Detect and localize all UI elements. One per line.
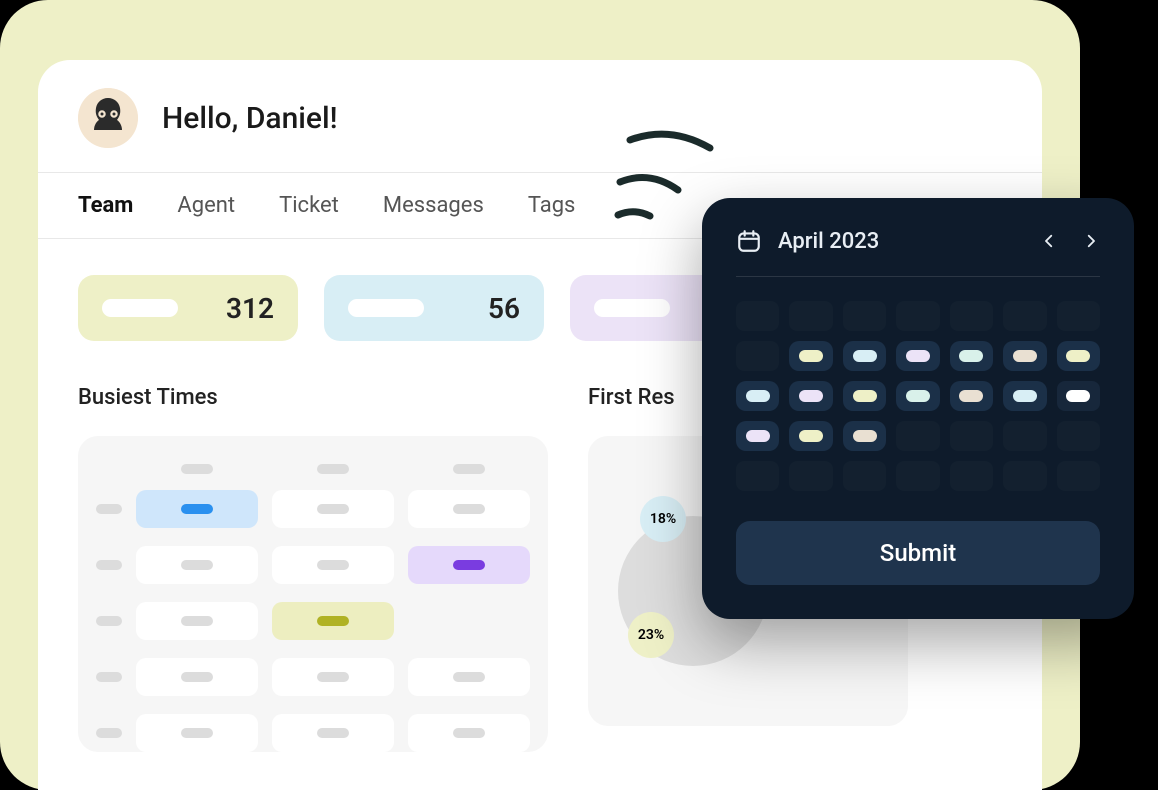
calendar-day-selected[interactable] (1057, 341, 1100, 371)
header: Hello, Daniel! (38, 60, 1042, 173)
tab-messages[interactable]: Messages (383, 193, 484, 218)
calendar-day-selected[interactable] (789, 381, 832, 411)
calendar-day[interactable] (1057, 461, 1100, 491)
calendar-title: April 2023 (778, 229, 879, 254)
calendar-day-selected[interactable] (1003, 381, 1046, 411)
bt-cell[interactable] (136, 658, 258, 696)
calendar-day-selected[interactable] (843, 341, 886, 371)
calendar-day[interactable] (843, 301, 886, 331)
calendar-day-selected[interactable] (843, 381, 886, 411)
stat-value-0: 312 (226, 292, 274, 325)
stat-card-1[interactable]: 56 (324, 275, 544, 341)
tab-ticket[interactable]: Ticket (279, 193, 339, 218)
calendar-day-selected[interactable] (789, 341, 832, 371)
bt-cell-highlight-blue[interactable] (136, 490, 258, 528)
bt-cell[interactable] (408, 658, 530, 696)
calendar-day[interactable] (896, 421, 939, 451)
calendar-day[interactable] (843, 461, 886, 491)
greeting-text: Hello, Daniel! (162, 101, 338, 136)
bt-cell[interactable] (272, 546, 394, 584)
calendar-day[interactable] (789, 301, 832, 331)
bt-cell[interactable] (272, 658, 394, 696)
calendar-day[interactable] (736, 461, 779, 491)
bt-cell[interactable] (408, 714, 530, 752)
chevron-left-icon[interactable] (1040, 232, 1058, 250)
busiest-times-grid (78, 436, 548, 752)
bt-cell[interactable] (272, 714, 394, 752)
bt-cell[interactable] (136, 714, 258, 752)
bt-cell[interactable] (408, 490, 530, 528)
busiest-times-label: Busiest Times (78, 385, 548, 410)
avatar (78, 88, 138, 148)
calendar-day-selected[interactable] (896, 381, 939, 411)
calendar-day[interactable] (896, 301, 939, 331)
submit-button[interactable]: Submit (736, 521, 1100, 585)
bt-cell-highlight-purple[interactable] (408, 546, 530, 584)
chevron-right-icon[interactable] (1082, 232, 1100, 250)
busiest-times-panel: Busiest Times (78, 385, 548, 770)
tab-tags[interactable]: Tags (528, 193, 576, 218)
calendar-popover: April 2023 Submit (702, 198, 1134, 619)
bt-cell[interactable] (272, 490, 394, 528)
calendar-day-selected[interactable] (950, 341, 993, 371)
calendar-day[interactable] (1057, 381, 1100, 411)
stat-card-0[interactable]: 312 (78, 275, 298, 341)
calendar-day[interactable] (736, 341, 779, 371)
calendar-grid (736, 301, 1100, 491)
calendar-day-selected[interactable] (843, 421, 886, 451)
calendar-day-selected[interactable] (1003, 341, 1046, 371)
calendar-day[interactable] (1057, 421, 1100, 451)
calendar-day[interactable] (950, 301, 993, 331)
calendar-day-selected[interactable] (789, 421, 832, 451)
bt-cell-highlight-olive[interactable] (272, 602, 394, 640)
calendar-day[interactable] (1003, 461, 1046, 491)
calendar-day-selected[interactable] (896, 341, 939, 371)
stat-value-1: 56 (488, 292, 520, 325)
donut-badge-23: 23% (628, 612, 674, 658)
calendar-icon (736, 228, 762, 254)
tab-agent[interactable]: Agent (177, 193, 235, 218)
calendar-day[interactable] (1003, 301, 1046, 331)
bt-cell[interactable] (136, 602, 258, 640)
calendar-day[interactable] (896, 461, 939, 491)
tab-team[interactable]: Team (78, 193, 133, 218)
calendar-day[interactable] (736, 301, 779, 331)
calendar-day[interactable] (1003, 421, 1046, 451)
bt-cell[interactable] (136, 546, 258, 584)
calendar-day-selected[interactable] (736, 381, 779, 411)
calendar-day-selected[interactable] (736, 421, 779, 451)
calendar-day[interactable] (789, 461, 832, 491)
calendar-day-selected[interactable] (950, 381, 993, 411)
calendar-day[interactable] (1057, 301, 1100, 331)
calendar-day[interactable] (950, 421, 993, 451)
donut-badge-18: 18% (640, 496, 686, 542)
calendar-day[interactable] (950, 461, 993, 491)
